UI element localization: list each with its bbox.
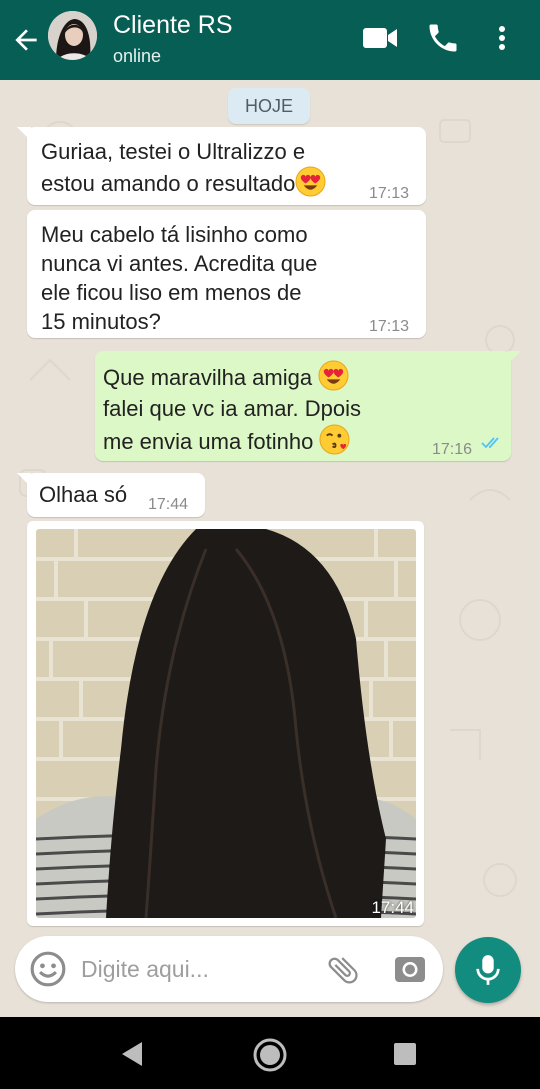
contact-name[interactable]: Cliente RS [113,11,233,40]
more-vert-icon[interactable] [492,20,512,56]
microphone-icon [476,955,500,985]
image-message[interactable]: 17:44 [27,521,424,926]
chat-area[interactable]: HOJE Guriaa, testei o Ultralizzo e estou… [0,80,540,1017]
bubble-tail [17,473,31,487]
kissing-heart-emoji-icon [319,424,350,455]
nav-home-icon[interactable] [252,1037,288,1073]
video-call-icon[interactable] [360,20,400,56]
emoji-icon[interactable] [29,950,67,988]
chat-header: Cliente RS online [0,0,540,80]
attach-icon[interactable] [325,952,361,988]
message-input[interactable] [81,950,311,988]
message-bubble-incoming[interactable]: Olhaa só 17:44 [17,473,205,517]
heart-eyes-emoji-icon [295,166,326,197]
read-receipt-icon [481,437,499,449]
bubble-tail [17,127,31,141]
avatar[interactable] [48,11,97,60]
date-separator: HOJE [228,88,310,124]
voice-message-button[interactable] [455,937,521,1003]
contact-status: online [113,46,162,66]
message-composer [15,936,443,1002]
message-text: Que maravilha amiga falei que vc ia amar… [103,360,361,457]
message-text: Meu cabelo tá lisinho como nunca vi ante… [41,222,318,334]
message-time: 17:44 [148,496,189,513]
message-text: Guriaa, testei o Ultralizzo e estou aman… [41,137,326,198]
heart-eyes-emoji-icon [318,360,349,391]
nav-recents-icon[interactable] [392,1041,418,1067]
camera-icon[interactable] [393,953,427,985]
phone-icon[interactable] [425,20,461,56]
message-time: 17:13 [369,185,410,202]
message-time: 17:16 [432,441,473,458]
message-time: 17:44 [371,898,414,917]
back-arrow-icon[interactable] [10,24,42,56]
message-bubble-outgoing[interactable]: Que maravilha amiga falei que vc ia amar… [95,351,521,461]
message-bubble-incoming[interactable]: Guriaa, testei o Ultralizzo e estou aman… [17,127,426,205]
message-text: Olhaa só [39,482,128,507]
nav-back-icon[interactable] [118,1039,148,1069]
message-time: 17:13 [369,318,410,335]
system-nav-bar [0,1017,540,1089]
message-bubble-incoming[interactable]: Meu cabelo tá lisinho como nunca vi ante… [27,210,426,338]
hair-photo[interactable] [36,529,416,918]
bubble-tail [507,351,521,365]
